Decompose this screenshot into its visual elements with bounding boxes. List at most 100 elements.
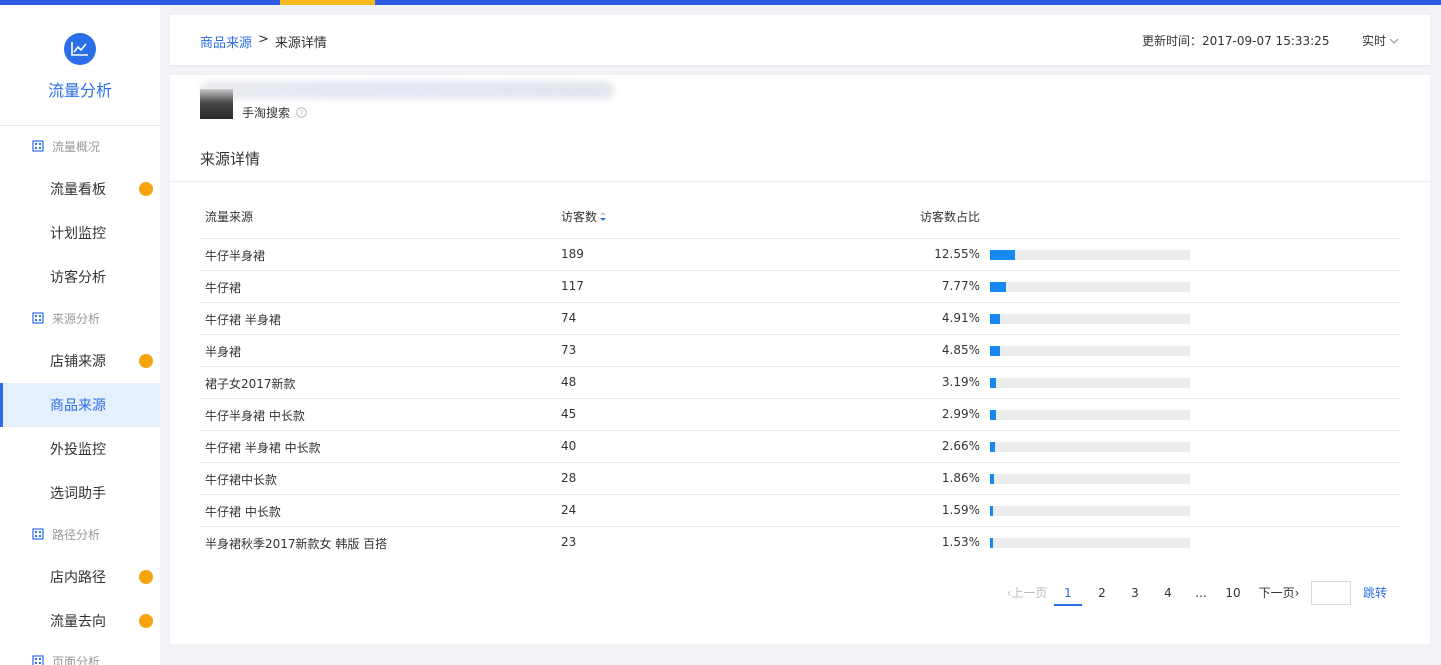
share-bar-track <box>990 410 1190 420</box>
share-bar-fill <box>990 346 1000 356</box>
visitors-cell: 24 <box>561 503 577 517</box>
column-header-share: 访客数占比 <box>920 210 981 224</box>
share-bar-fill <box>990 442 996 452</box>
source-cell: 牛仔半身裙 中长款 <box>205 409 305 423</box>
sidebar-item-label: 选词助手 <box>50 486 106 502</box>
sidebar-divider <box>0 125 160 126</box>
sidebar-section-source: 来源分析 <box>32 308 100 328</box>
sidebar-item-traffic-destination[interactable]: 流量去向 <box>0 599 160 643</box>
sidebar-item-external-monitor[interactable]: 外投监控 <box>0 427 160 471</box>
table-row: 裙子女2017新款 48 3.19% <box>200 366 1400 398</box>
share-cell: 12.55% <box>934 247 980 261</box>
sidebar-item-label: 外投监控 <box>50 442 106 458</box>
pagination-page[interactable]: 1 <box>1054 580 1082 606</box>
help-icon[interactable]: ? <box>296 107 307 118</box>
share-bar-track <box>990 378 1190 388</box>
visitors-cell: 73 <box>561 343 577 357</box>
pagination-page[interactable]: 2 <box>1088 580 1116 606</box>
building-icon <box>32 528 44 540</box>
visitors-cell: 28 <box>561 471 577 485</box>
visitors-cell: 40 <box>561 439 577 453</box>
pagination-page[interactable]: 4 <box>1154 580 1182 606</box>
pagination-ellipsis: ... <box>1195 586 1207 600</box>
pagination-prev[interactable]: ‹上一页 <box>1002 580 1052 606</box>
sidebar-section-label: 来源分析 <box>52 311 101 326</box>
visitors-cell: 45 <box>561 407 577 421</box>
product-source-label: 手淘搜索 <box>242 106 291 120</box>
sidebar-item-shop-source[interactable]: 店铺来源 <box>0 339 160 383</box>
share-cell: 1.86% <box>941 471 980 485</box>
table-row: 牛仔裙 中长款 24 1.59% <box>200 494 1400 526</box>
share-bar-track <box>990 474 1190 484</box>
building-icon <box>32 140 44 152</box>
source-cell: 牛仔半身裙 <box>205 249 266 263</box>
sidebar-item-label: 店铺来源 <box>50 354 106 370</box>
table-row: 半身裙秋季2017新款女 韩版 百搭 23 1.53% <box>200 526 1400 558</box>
table-row: 牛仔裙中长款 28 1.86% <box>200 462 1400 494</box>
building-icon <box>32 655 44 665</box>
notification-dot <box>139 614 153 628</box>
source-cell: 牛仔裙中长款 <box>205 473 278 487</box>
sidebar-section-overview: 流量概况 <box>32 136 100 156</box>
visitors-cell: 48 <box>561 375 577 389</box>
section-divider <box>170 181 1430 182</box>
share-bar-fill <box>990 250 1016 260</box>
pagination-page[interactable]: 10 <box>1219 580 1247 606</box>
sidebar-item-label: 商品来源 <box>50 398 106 414</box>
sidebar-item-product-source[interactable]: 商品来源 <box>0 383 160 427</box>
svg-text:?: ? <box>299 108 303 117</box>
sort-descending-icon[interactable] <box>599 211 607 222</box>
pagination-page[interactable]: 3 <box>1121 580 1149 606</box>
share-bar-fill <box>990 410 996 420</box>
sidebar-item-plan-monitor[interactable]: 计划监控 <box>0 211 160 255</box>
share-cell: 2.99% <box>941 407 980 421</box>
visitors-cell: 117 <box>561 279 584 293</box>
column-header-source: 流量来源 <box>205 210 254 224</box>
top-accent-bar <box>0 0 1441 5</box>
sidebar-section-label: 页面分析 <box>52 654 101 665</box>
column-header-visitors[interactable]: 访客数 <box>561 208 607 225</box>
sidebar-section-label: 路径分析 <box>52 527 101 542</box>
product-thumbnail <box>200 89 233 119</box>
visitors-cell: 189 <box>561 247 584 261</box>
sidebar-item-traffic-board[interactable]: 流量看板 <box>0 167 160 211</box>
table-row: 牛仔半身裙 中长款 45 2.99% <box>200 398 1400 430</box>
page-jump-input[interactable] <box>1311 581 1351 605</box>
notification-dot <box>139 182 153 196</box>
breadcrumb-current: 来源详情 <box>274 36 327 51</box>
share-bar-track <box>990 442 1190 452</box>
source-cell: 半身裙 <box>205 345 242 359</box>
share-bar-fill <box>990 314 1000 324</box>
breadcrumb-parent-link[interactable]: 商品来源 <box>200 32 252 51</box>
source-detail-card: 手淘搜索 ? 来源详情 流量来源 访客数 访客数占比 牛仔半身裙 189 12.55… <box>170 75 1430 644</box>
sidebar-item-label: 计划监控 <box>50 226 106 242</box>
table-row: 牛仔裙 半身裙 74 4.91% <box>200 302 1400 334</box>
sidebar-item-in-shop-path[interactable]: 店内路径 <box>0 555 160 599</box>
breadcrumb: 商品来源 > 来源详情 <box>200 32 327 51</box>
share-bar-fill <box>990 282 1006 292</box>
table-row: 牛仔半身裙 189 12.55% <box>200 238 1400 270</box>
share-bar-track <box>990 506 1190 516</box>
sidebar: 流量分析 流量概况 流量看板 计划监控 访客分析 来源分析 店铺来源 商品来源 … <box>0 5 160 665</box>
notification-dot <box>139 354 153 368</box>
page-jump-button[interactable]: 跳转 <box>1363 580 1387 606</box>
chevron-down-icon <box>1389 38 1399 44</box>
pagination-next[interactable]: 下一页› <box>1254 580 1304 606</box>
source-cell: 裙子女2017新款 <box>205 377 296 391</box>
sidebar-item-visitor-analysis[interactable]: 访客分析 <box>0 255 160 299</box>
visitors-cell: 23 <box>561 535 577 549</box>
share-cell: 3.19% <box>941 375 980 389</box>
source-cell: 牛仔裙 中长款 <box>205 505 281 519</box>
table-row: 牛仔裙 半身裙 中长款 40 2.66% <box>200 430 1400 462</box>
top-accent-highlight <box>280 0 375 5</box>
source-cell: 牛仔裙 半身裙 中长款 <box>205 441 321 455</box>
share-cell: 4.91% <box>941 311 980 325</box>
source-cell: 半身裙秋季2017新款女 韩版 百搭 <box>205 537 388 551</box>
share-bar-track <box>990 314 1190 324</box>
mode-dropdown[interactable]: 实时 <box>1362 32 1399 49</box>
share-bar-fill <box>990 506 994 516</box>
table-row: 牛仔裙 117 7.77% <box>200 270 1400 302</box>
notification-dot <box>139 570 153 584</box>
sidebar-item-keyword-helper[interactable]: 选词助手 <box>0 471 160 515</box>
share-cell: 4.85% <box>941 343 980 357</box>
